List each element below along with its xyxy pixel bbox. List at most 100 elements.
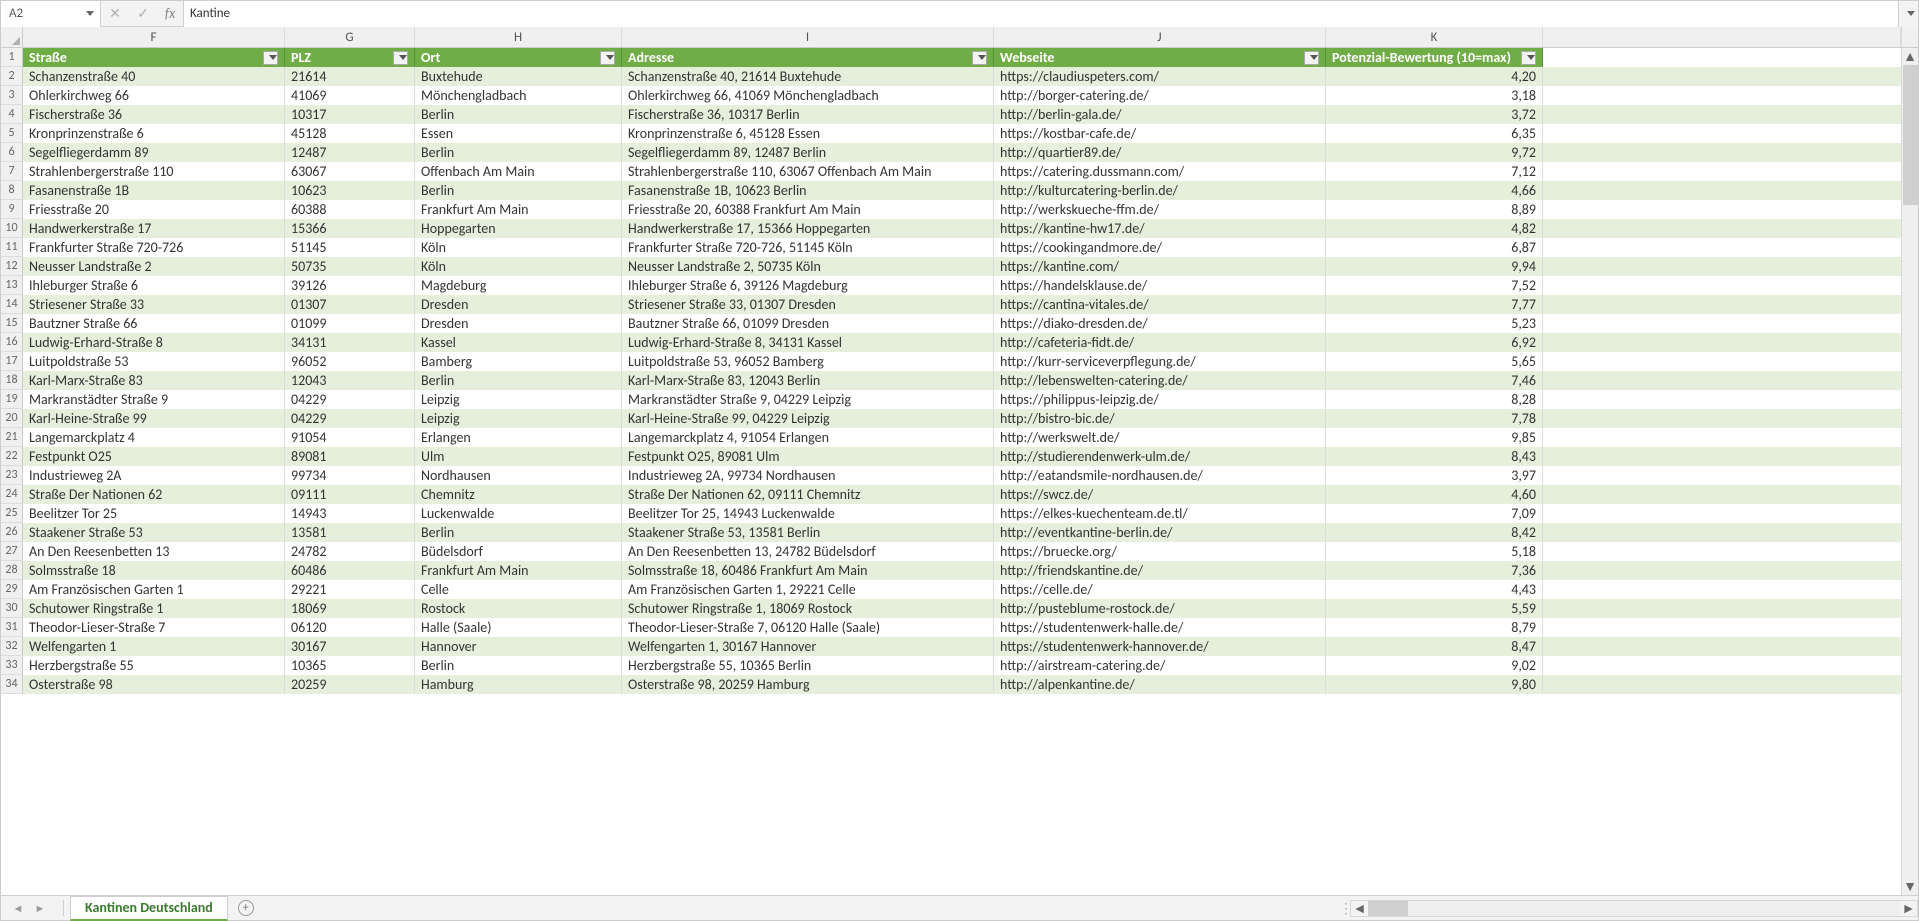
cell-I[interactable]: Theodor-Lieser-Straße 7, 06120 Halle (Sa… [622, 618, 994, 637]
scroll-down-icon[interactable]: ▼ [1903, 878, 1918, 895]
row-header[interactable]: 19 [1, 390, 23, 409]
cell-F[interactable]: Langemarckplatz 4 [23, 428, 285, 447]
cell-K[interactable]: 4,82 [1326, 219, 1543, 238]
cell-F[interactable]: Schanzenstraße 40 [23, 67, 285, 86]
cell-I[interactable]: Langemarckplatz 4, 91054 Erlangen [622, 428, 994, 447]
formula-input[interactable]: Kantine [184, 1, 1898, 27]
cell-F[interactable]: Ihleburger Straße 6 [23, 276, 285, 295]
cell-K[interactable]: 9,80 [1326, 675, 1543, 694]
cell-I[interactable]: Ohlerkirchweg 66, 41069 Mönchengladbach [622, 86, 994, 105]
cell-J[interactable]: http://werkswelt.de/ [994, 428, 1326, 447]
table-header-F[interactable]: Straße [23, 48, 285, 67]
column-header-K[interactable]: K [1326, 27, 1543, 47]
cell-blank[interactable] [1543, 466, 1901, 485]
table-header-H[interactable]: Ort [415, 48, 622, 67]
cell-blank[interactable] [1543, 580, 1901, 599]
cell-J[interactable]: https://kantine-hw17.de/ [994, 219, 1326, 238]
cell-G[interactable]: 09111 [285, 485, 415, 504]
cell-H[interactable]: Celle [415, 580, 622, 599]
cell-J[interactable]: https://celle.de/ [994, 580, 1326, 599]
cell-K[interactable]: 6,92 [1326, 333, 1543, 352]
cell-G[interactable]: 20259 [285, 675, 415, 694]
cell-G[interactable]: 34131 [285, 333, 415, 352]
cell-K[interactable]: 4,43 [1326, 580, 1543, 599]
vscroll-thumb[interactable] [1903, 65, 1918, 205]
cell-F[interactable]: Bautzner Straße 66 [23, 314, 285, 333]
cell-H[interactable]: Berlin [415, 656, 622, 675]
row-header[interactable]: 27 [1, 542, 23, 561]
cell-I[interactable]: Neusser Landstraße 2, 50735 Köln [622, 257, 994, 276]
cell-I[interactable]: Am Französischen Garten 1, 29221 Celle [622, 580, 994, 599]
cell-G[interactable]: 63067 [285, 162, 415, 181]
hscroll-thumb[interactable] [1368, 901, 1408, 916]
cell-F[interactable]: Friesstraße 20 [23, 200, 285, 219]
cell-K[interactable]: 9,94 [1326, 257, 1543, 276]
cell-H[interactable]: Magdeburg [415, 276, 622, 295]
cell-H[interactable]: Chemnitz [415, 485, 622, 504]
cell-F[interactable]: Ohlerkirchweg 66 [23, 86, 285, 105]
row-header[interactable]: 4 [1, 105, 23, 124]
table-header-G[interactable]: PLZ [285, 48, 415, 67]
row-header[interactable]: 22 [1, 447, 23, 466]
cell-blank[interactable] [1543, 485, 1901, 504]
cell-K[interactable]: 8,47 [1326, 637, 1543, 656]
cell-F[interactable]: Osterstraße 98 [23, 675, 285, 694]
cell-K[interactable]: 7,46 [1326, 371, 1543, 390]
cell-G[interactable]: 12043 [285, 371, 415, 390]
filter-button[interactable] [972, 51, 987, 65]
row-header[interactable]: 12 [1, 257, 23, 276]
cell-G[interactable]: 50735 [285, 257, 415, 276]
row-header[interactable]: 16 [1, 333, 23, 352]
cell-G[interactable]: 99734 [285, 466, 415, 485]
cell-K[interactable]: 4,20 [1326, 67, 1543, 86]
cell-blank[interactable] [1543, 409, 1901, 428]
cell-K[interactable]: 8,28 [1326, 390, 1543, 409]
cell-H[interactable]: Berlin [415, 143, 622, 162]
row-header[interactable]: 11 [1, 238, 23, 257]
cell-G[interactable]: 10623 [285, 181, 415, 200]
cell-J[interactable]: http://alpenkantine.de/ [994, 675, 1326, 694]
cell-I[interactable]: Bautzner Straße 66, 01099 Dresden [622, 314, 994, 333]
cell-J[interactable]: https://kostbar-cafe.de/ [994, 124, 1326, 143]
cell-blank[interactable] [1543, 181, 1901, 200]
cell-H[interactable]: Bamberg [415, 352, 622, 371]
row-header[interactable]: 13 [1, 276, 23, 295]
sheet-nav-next-icon[interactable]: ► [32, 900, 48, 916]
cell-F[interactable]: Segelfliegerdamm 89 [23, 143, 285, 162]
cell-I[interactable]: Fasanenstraße 1B, 10623 Berlin [622, 181, 994, 200]
cell-H[interactable]: Hoppegarten [415, 219, 622, 238]
cell-G[interactable]: 01099 [285, 314, 415, 333]
cell-J[interactable]: https://diako-dresden.de/ [994, 314, 1326, 333]
cell-I[interactable]: Markranstädter Straße 9, 04229 Leipzig [622, 390, 994, 409]
cell-H[interactable]: Buxtehude [415, 67, 622, 86]
table-header-I[interactable]: Adresse [622, 48, 994, 67]
cell-G[interactable]: 60388 [285, 200, 415, 219]
cell-K[interactable]: 5,18 [1326, 542, 1543, 561]
column-header-F[interactable]: F [23, 27, 285, 47]
fx-icon[interactable]: fx [157, 1, 183, 27]
cell-F[interactable]: Schutower Ringstraße 1 [23, 599, 285, 618]
cell-I[interactable]: Kronprinzenstraße 6, 45128 Essen [622, 124, 994, 143]
cell-H[interactable]: Frankfurt Am Main [415, 200, 622, 219]
cell-I[interactable]: Solmsstraße 18, 60486 Frankfurt Am Main [622, 561, 994, 580]
row-header[interactable]: 21 [1, 428, 23, 447]
row-header[interactable]: 5 [1, 124, 23, 143]
cell-H[interactable]: Leipzig [415, 409, 622, 428]
cell-K[interactable]: 7,12 [1326, 162, 1543, 181]
cell-blank[interactable] [1543, 105, 1901, 124]
cell-H[interactable]: Köln [415, 238, 622, 257]
cell-J[interactable]: https://claudiuspeters.com/ [994, 67, 1326, 86]
cell-G[interactable]: 89081 [285, 447, 415, 466]
cell-I[interactable]: Festpunkt O25, 89081 Ulm [622, 447, 994, 466]
row-header[interactable]: 17 [1, 352, 23, 371]
table-header-J[interactable]: Webseite [994, 48, 1326, 67]
cell-G[interactable]: 51145 [285, 238, 415, 257]
cell-H[interactable]: Berlin [415, 105, 622, 124]
row-header[interactable]: 1 [1, 48, 23, 67]
cell-J[interactable]: https://kantine.com/ [994, 257, 1326, 276]
cell-J[interactable]: http://lebenswelten-catering.de/ [994, 371, 1326, 390]
cell-F[interactable]: Striesener Straße 33 [23, 295, 285, 314]
row-header[interactable]: 30 [1, 599, 23, 618]
cell-I[interactable]: Schutower Ringstraße 1, 18069 Rostock [622, 599, 994, 618]
cell-H[interactable]: Köln [415, 257, 622, 276]
